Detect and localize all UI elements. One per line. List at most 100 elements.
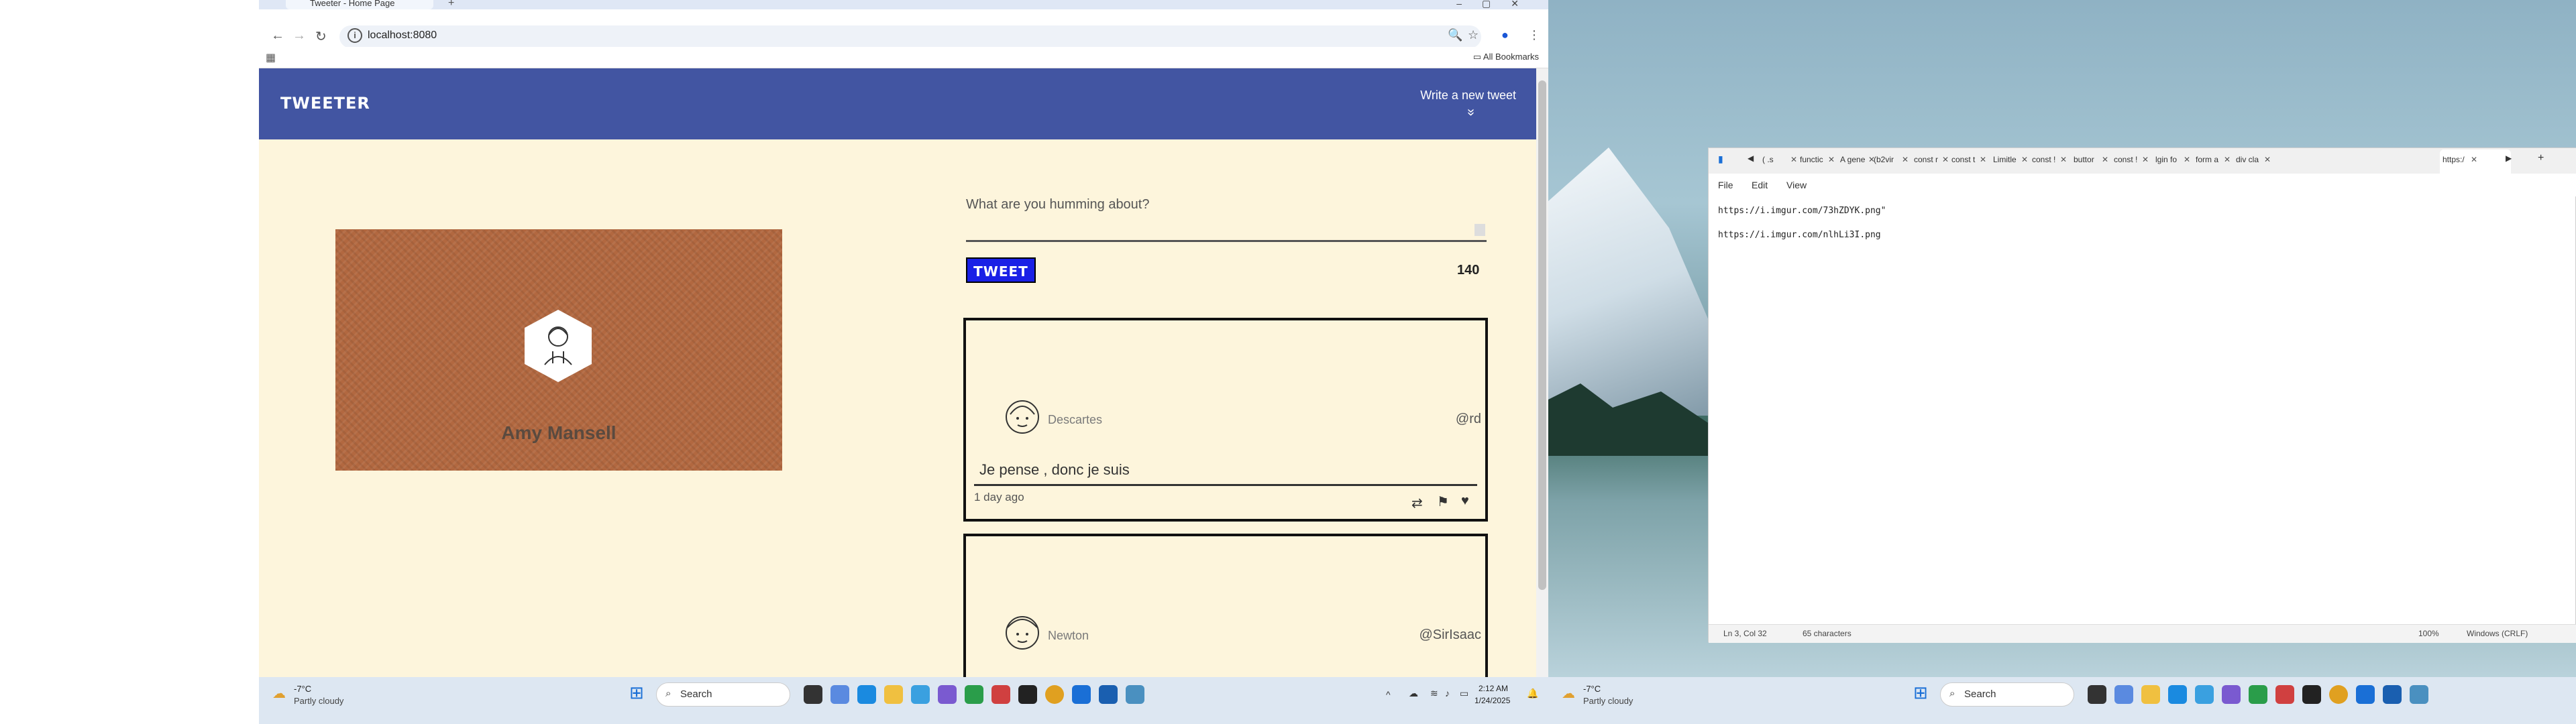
notepad-tab[interactable]: buttor [2074, 155, 2094, 164]
notepad-tab[interactable]: Limitle [1993, 155, 2017, 164]
forward-icon[interactable]: → [292, 28, 306, 44]
outlook-icon[interactable] [2383, 685, 2402, 704]
brave-icon[interactable] [991, 685, 1010, 704]
weather-temp[interactable]: -7°C [294, 684, 311, 694]
battery-icon[interactable]: ▭ [1460, 688, 1468, 699]
notepad-icon[interactable] [2410, 685, 2428, 704]
app-icon[interactable] [2222, 685, 2241, 704]
all-bookmarks-link[interactable]: ▭ All Bookmarks [1473, 52, 1539, 62]
menu-view[interactable]: View [1786, 180, 1807, 190]
weather-condition[interactable]: Partly cloudy [294, 696, 343, 706]
file-explorer-icon[interactable] [2088, 685, 2106, 704]
notepad-tab[interactable]: lgin fo [2155, 155, 2177, 164]
close-tab-icon[interactable]: ✕ [1828, 155, 1835, 164]
close-tab-icon[interactable]: ✕ [2224, 155, 2231, 164]
browser-tab-active[interactable]: Tweeter - Home Page [286, 0, 433, 9]
apps-grid-icon[interactable]: ▦ [266, 51, 276, 64]
brand-logo[interactable]: TWEETER [280, 94, 370, 113]
notepad-icon[interactable] [1126, 685, 1144, 704]
brave-icon[interactable] [2275, 685, 2294, 704]
clock-date[interactable]: 1/24/2025 [1474, 696, 1510, 705]
terminal-icon[interactable] [2302, 685, 2321, 704]
close-tab-icon[interactable]: ✕ [2471, 155, 2477, 164]
close-tab-icon[interactable]: ✕ [2184, 155, 2190, 164]
site-info-icon[interactable]: i [347, 28, 362, 43]
reload-icon[interactable]: ↻ [315, 28, 327, 45]
heart-icon[interactable]: ♥ [1461, 493, 1469, 509]
close-tab-icon[interactable]: ✕ [1790, 155, 1797, 164]
notification-bell-icon[interactable]: 🔔 [1527, 688, 1538, 699]
text-line[interactable]: https://i.imgur.com/nlhLi3I.png [1718, 230, 1881, 240]
vscode-icon[interactable] [2356, 685, 2375, 704]
zoom-icon[interactable]: 🔍 [1448, 28, 1462, 42]
window-controls[interactable]: –▢✕ [1456, 0, 1539, 8]
file-explorer-icon[interactable] [804, 685, 822, 704]
scroll-tabs-left-icon[interactable]: ◀ [1748, 154, 1754, 163]
menu-kebab-icon[interactable]: ⋮ [1528, 28, 1540, 42]
folder-icon[interactable] [884, 685, 903, 704]
copilot-icon[interactable] [830, 685, 849, 704]
folder-icon[interactable] [2141, 685, 2160, 704]
notepad-tab[interactable]: functic [1800, 155, 1823, 164]
notepad-tab[interactable]: form a [2196, 155, 2218, 164]
back-icon[interactable]: ← [271, 28, 284, 44]
notepad-tab[interactable]: const ! [2114, 155, 2137, 164]
close-tab-icon[interactable]: ✕ [2142, 155, 2149, 164]
address-bar[interactable] [339, 25, 1481, 48]
wifi-icon[interactable]: ≋ [1430, 688, 1438, 699]
close-tab-icon[interactable]: ✕ [2021, 155, 2028, 164]
bookmark-star-icon[interactable]: ☆ [1468, 28, 1479, 42]
terminal-icon[interactable] [1018, 685, 1037, 704]
start-icon[interactable]: ⊞ [1913, 682, 1928, 703]
new-tab-icon[interactable]: + [2538, 152, 2544, 164]
textarea-resize-grip[interactable] [1474, 224, 1485, 236]
profile-icon[interactable]: ● [1501, 28, 1509, 42]
notepad-tab[interactable]: ( .s [1762, 155, 1774, 164]
text-line[interactable]: https://i.imgur.com/73hZDYK.png" [1718, 206, 1886, 216]
close-tab-icon[interactable]: ✕ [2060, 155, 2067, 164]
close-tab-icon[interactable]: ✕ [1942, 155, 1949, 164]
chrome-icon[interactable] [1045, 685, 1064, 704]
write-new-tweet-link[interactable]: Write a new tweet [1420, 88, 1516, 103]
notepad-tab[interactable]: const r [1914, 155, 1938, 164]
edge-icon[interactable] [2168, 685, 2187, 704]
app-icon[interactable] [2249, 685, 2267, 704]
volume-icon[interactable]: ♪ [1445, 688, 1450, 699]
compose-textarea[interactable]: What are you humming about? [966, 197, 1489, 213]
store-icon[interactable] [911, 685, 930, 704]
page-scrollbar-thumb[interactable] [1538, 80, 1546, 590]
flag-icon[interactable]: ⚑ [1437, 493, 1449, 510]
clock-time[interactable]: 2:12 AM [1479, 684, 1508, 693]
store-icon[interactable] [2195, 685, 2214, 704]
copilot-icon[interactable] [2114, 685, 2133, 704]
chrome-icon[interactable] [2329, 685, 2348, 704]
menu-file[interactable]: File [1718, 180, 1733, 190]
weather-temp[interactable]: -7°C [1583, 684, 1601, 694]
weather-icon[interactable]: ☁ [272, 685, 286, 702]
notepad-tab[interactable]: A gene [1840, 155, 1865, 164]
close-tab-icon[interactable]: ✕ [1902, 155, 1909, 164]
chevron-down-icon[interactable]: » [1463, 109, 1479, 116]
notepad-tab[interactable]: const ! [2032, 155, 2055, 164]
app-icon[interactable] [965, 685, 983, 704]
close-tab-icon[interactable]: ✕ [2102, 155, 2108, 164]
taskbar-search[interactable] [1940, 682, 2074, 707]
weather-condition[interactable]: Partly cloudy [1583, 696, 1633, 706]
app-icon[interactable] [938, 685, 957, 704]
retweet-icon[interactable]: ⇄ [1411, 495, 1423, 511]
taskbar-search[interactable] [656, 682, 790, 707]
close-tab-icon[interactable]: ✕ [1980, 155, 1986, 164]
menu-edit[interactable]: Edit [1752, 180, 1768, 190]
notepad-tab[interactable]: div cla [2236, 155, 2259, 164]
start-icon[interactable]: ⊞ [629, 682, 644, 703]
notepad-tab[interactable]: const t [1951, 155, 1975, 164]
chevron-up-icon[interactable]: ^ [1386, 689, 1391, 700]
new-tab-button[interactable]: + [448, 0, 454, 9]
close-tab-icon[interactable]: ✕ [2264, 155, 2271, 164]
cloud-icon[interactable]: ☁ [1409, 688, 1418, 699]
edge-icon[interactable] [857, 685, 876, 704]
weather-icon[interactable]: ☁ [1562, 685, 1575, 702]
vscode-icon[interactable] [1072, 685, 1091, 704]
notepad-tab[interactable]: https:/ [2443, 155, 2465, 164]
notepad-tab[interactable]: (b2vir [1874, 155, 1894, 164]
